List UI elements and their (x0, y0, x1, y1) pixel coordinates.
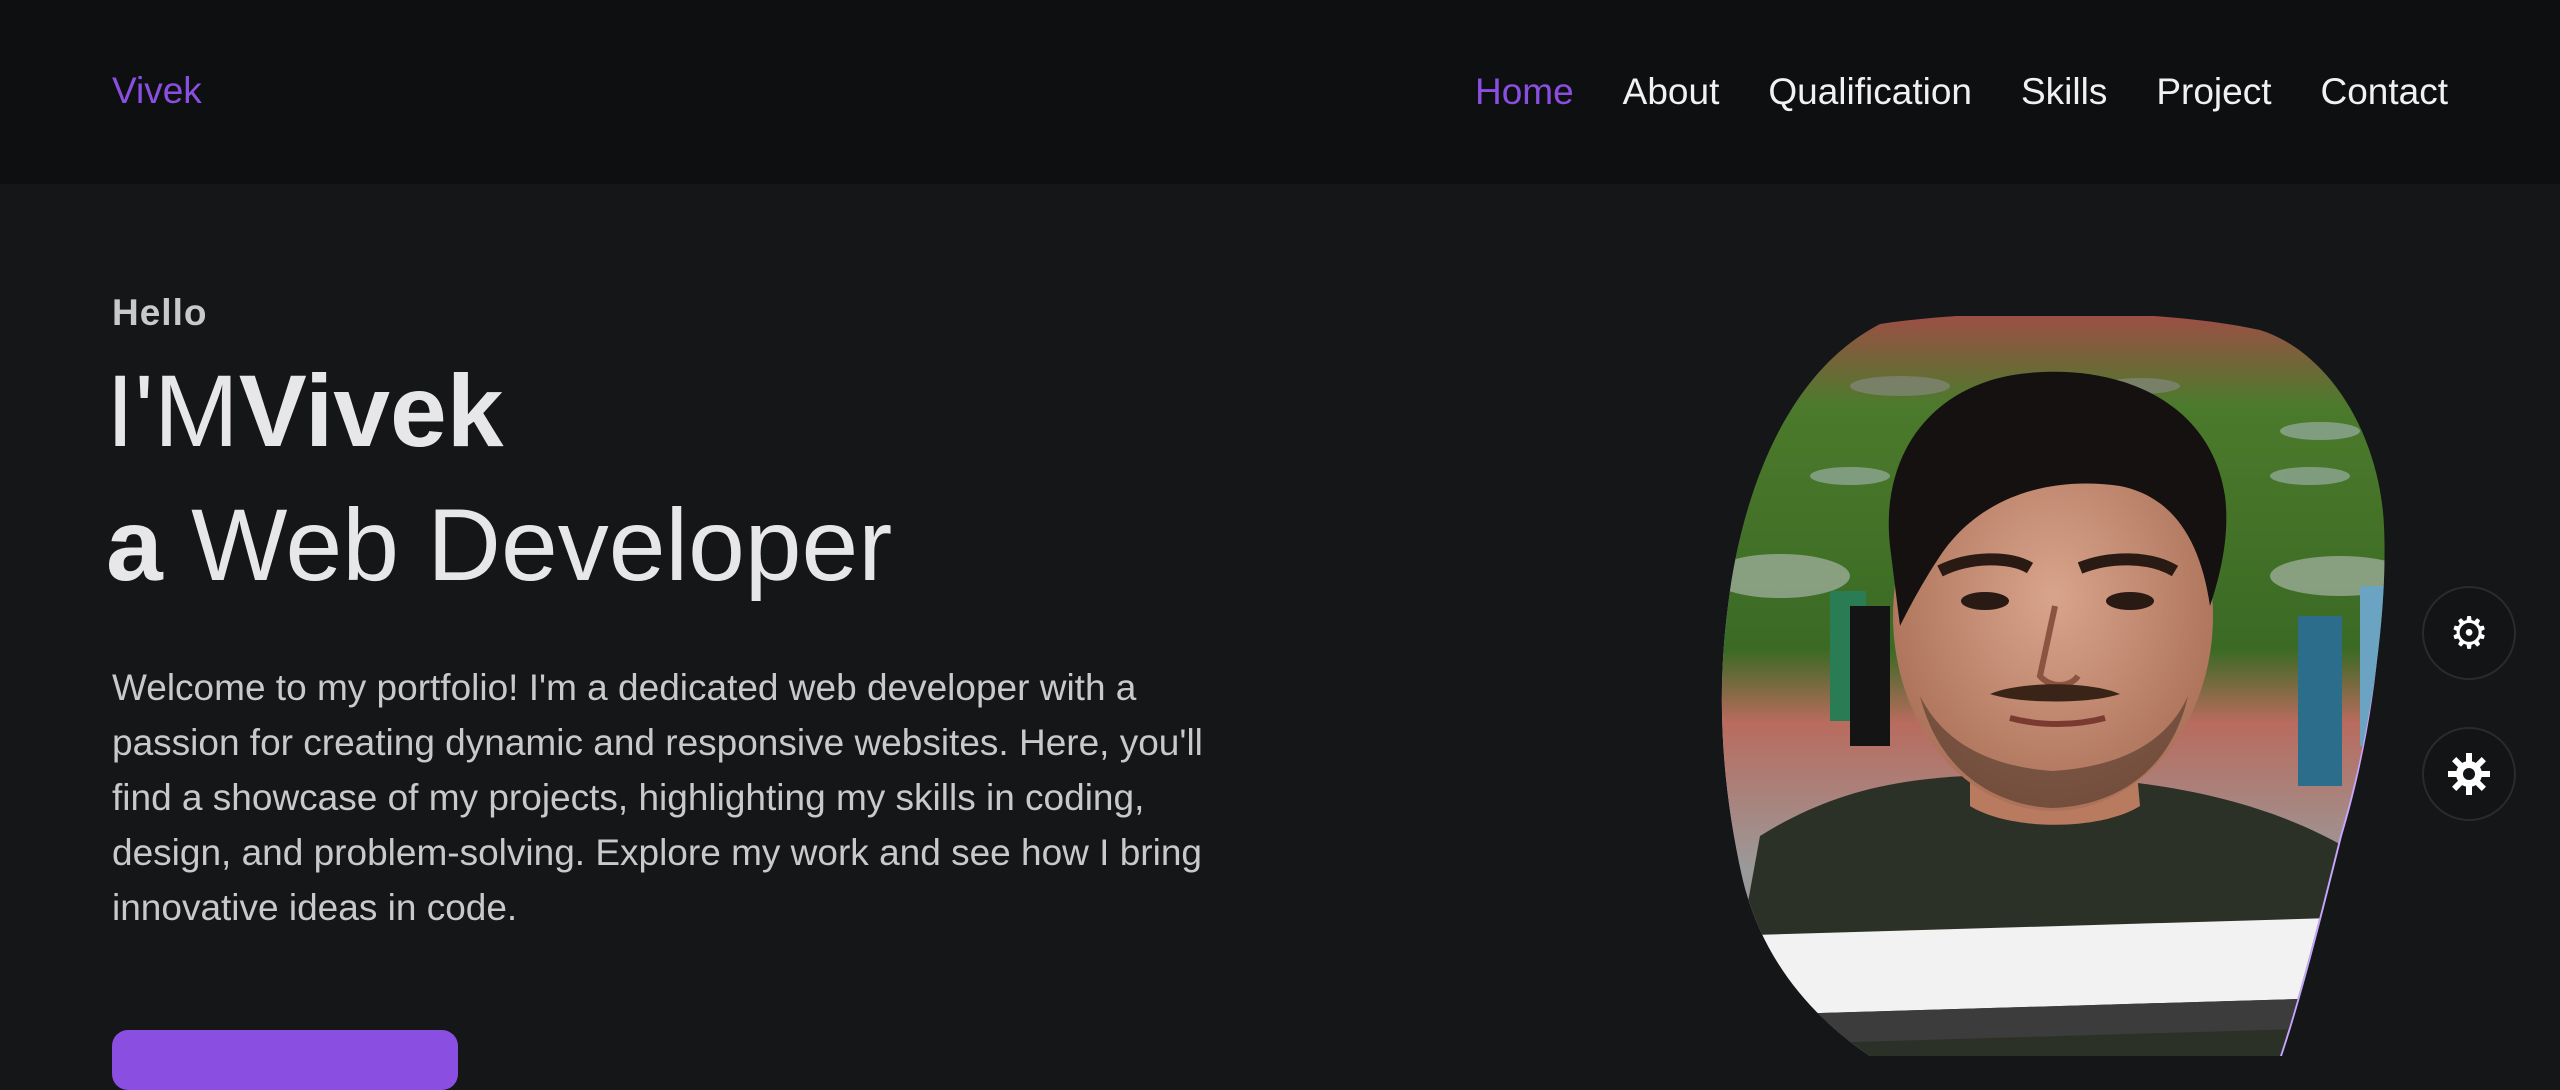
gear-button[interactable]: ⚙ (2422, 586, 2516, 680)
hero-description: Welcome to my portfolio! I'm a dedicated… (112, 667, 1203, 928)
nav-skills[interactable]: Skills (2021, 71, 2107, 113)
headline-prefix: I'M (106, 354, 239, 468)
settings-cog-icon (2448, 753, 2490, 795)
nav-home[interactable]: Home (1475, 71, 1574, 113)
logo[interactable]: Vivek (112, 66, 202, 116)
greeting: Hello (112, 292, 208, 333)
headline-role: Web Developer (191, 488, 893, 602)
headline-article: a (106, 488, 163, 602)
profile-photo (1720, 316, 2400, 1056)
site-header: Vivek Home About Qualification Skills Pr… (0, 0, 2560, 184)
headline-name: Vivek (238, 354, 504, 468)
headline: I'MVivek a Web Developer (106, 344, 892, 612)
main-nav: Home About Qualification Skills Project … (1426, 66, 2448, 118)
profile-photo-graphic (1721, 316, 2385, 1056)
theme-settings-button[interactable] (2422, 727, 2516, 821)
nav-contact[interactable]: Contact (2320, 71, 2448, 113)
gear-icon: ⚙ (2449, 607, 2489, 659)
hero-cta-button[interactable] (112, 1030, 458, 1090)
nav-about[interactable]: About (1623, 71, 1720, 113)
nav-qualification[interactable]: Qualification (1768, 71, 1972, 113)
nav-project[interactable]: Project (2156, 71, 2271, 113)
